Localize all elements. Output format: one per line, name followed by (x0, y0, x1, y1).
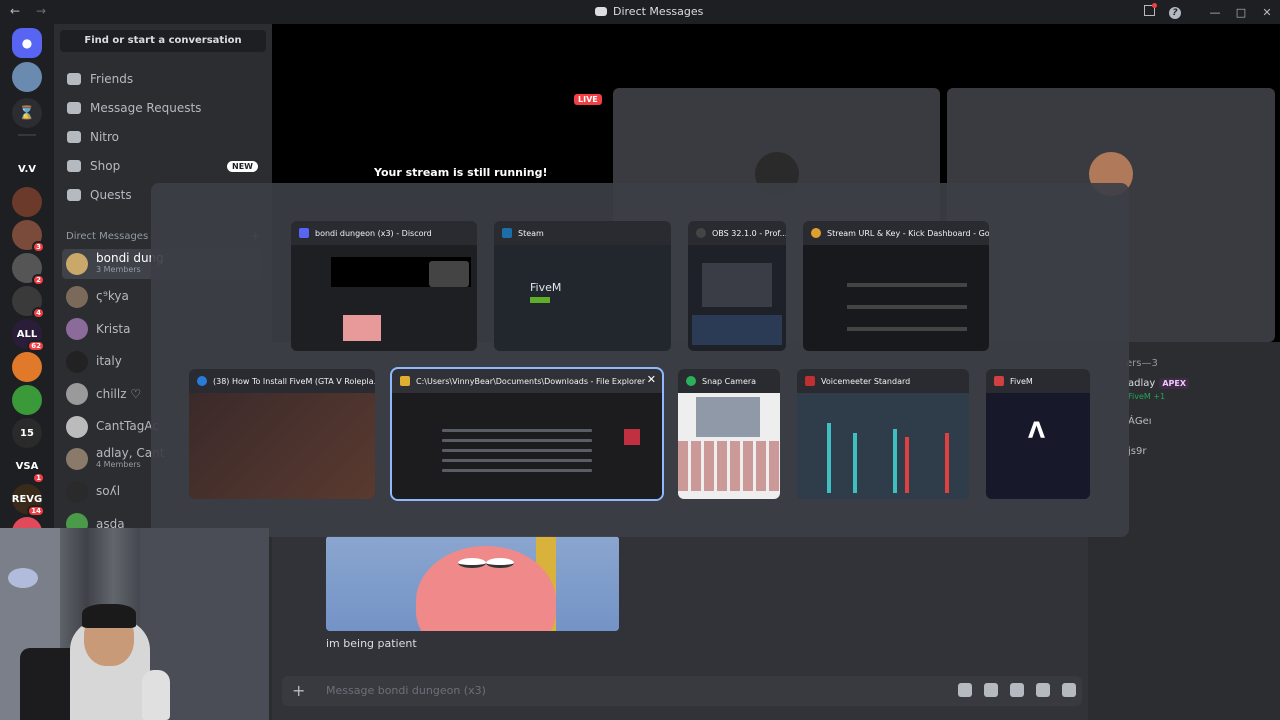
close-icon[interactable]: ✕ (1254, 6, 1280, 19)
hourglass-icon[interactable]: ⌛ (12, 98, 42, 128)
steam-icon (502, 228, 512, 238)
title-bar: ← → Direct Messages ? — □ ✕ (0, 0, 1280, 24)
server-icon[interactable]: ALL 62 (12, 319, 45, 352)
maximize-icon[interactable]: □ (1228, 6, 1254, 19)
message-input[interactable]: Message bondi dungeon (x3) (326, 684, 486, 697)
forward-arrow-icon[interactable]: → (36, 4, 46, 18)
message-text: im being patient (326, 637, 417, 650)
folder-icon (400, 376, 410, 386)
window-steam[interactable]: Steam FiveM (494, 221, 671, 351)
help-icon[interactable]: ? (1162, 5, 1188, 19)
notification-badge: 2 (32, 274, 45, 286)
nav-item[interactable]: Message Requests (62, 95, 264, 121)
avatar (66, 415, 88, 438)
snap-camera-icon (686, 376, 696, 386)
attach-plus-icon[interactable]: + (292, 681, 305, 700)
user-avatar[interactable] (12, 62, 42, 92)
dm-section-header: Direct Messages (66, 231, 149, 242)
nav-icon (67, 102, 81, 114)
rail-divider (18, 134, 36, 136)
server-icon[interactable] (12, 352, 42, 382)
server-icon[interactable]: REVG 14 (12, 484, 45, 517)
avatar (66, 285, 88, 308)
close-window-icon[interactable]: ✕ (647, 373, 656, 386)
avatar (66, 318, 88, 340)
nav-icon (67, 160, 81, 172)
server-icon[interactable]: 4 (12, 286, 45, 319)
window-voicemeeter[interactable]: Voicemeeter Standard (797, 369, 969, 499)
nav-item[interactable]: Friends (62, 66, 264, 92)
avatar (66, 383, 88, 405)
notification-badge: 62 (27, 340, 45, 352)
window-fivem[interactable]: FiveM Λ (986, 369, 1090, 499)
nav-icon (67, 73, 81, 85)
window-discord[interactable]: bondi dungeon (x3) - Discord (291, 221, 477, 351)
inbox-icon[interactable] (1136, 3, 1162, 19)
new-badge: NEW (227, 160, 258, 172)
window-file-explorer[interactable]: C:\Users\VinnyBear\Documents\Downloads -… (390, 367, 664, 501)
notification-badge: 14 (27, 505, 45, 517)
edge-icon (197, 376, 207, 386)
window-title: Direct Messages (595, 5, 703, 18)
window-obs[interactable]: OBS 32.1.0 - Prof... (688, 221, 786, 351)
apex-tag: APEX (1159, 378, 1189, 389)
notification-badge: 3 (32, 241, 45, 253)
window-chrome-kick[interactable]: Stream URL & Key - Kick Dashboard - Go..… (803, 221, 989, 351)
server-icon[interactable]: VSA 1 (12, 451, 45, 484)
server-icon[interactable] (12, 187, 42, 217)
server-icon[interactable]: V.V (12, 154, 42, 184)
member-activity: FiveM +1 (1128, 392, 1166, 401)
window-title-text: Direct Messages (613, 5, 704, 18)
avatar (66, 253, 88, 275)
member-name[interactable]: js9r (1128, 446, 1146, 457)
find-conversation-button[interactable]: Find or start a conversation (60, 30, 266, 52)
fivem-icon (994, 376, 1004, 386)
server-icon[interactable]: 3 (12, 220, 45, 253)
back-arrow-icon[interactable]: ← (10, 4, 20, 18)
notification-badge: 1 (32, 472, 45, 484)
minimize-icon[interactable]: — (1202, 6, 1228, 19)
obs-icon (696, 228, 706, 238)
nav-item[interactable]: Nitro (62, 124, 264, 150)
stream-running-text: Your stream is still running! (374, 166, 548, 179)
gif-icon[interactable] (984, 683, 998, 697)
nav-icon (67, 189, 81, 201)
member-header: ers—3 (1126, 358, 1158, 369)
avatar (66, 448, 88, 470)
member-name[interactable]: adlay APEX (1128, 378, 1189, 389)
patrick-gif-image[interactable] (326, 536, 619, 631)
discord-logo-icon (595, 7, 607, 16)
server-icon[interactable]: 2 (12, 253, 45, 286)
server-icon[interactable] (12, 385, 42, 415)
voicemeeter-icon (805, 376, 815, 386)
emoji-icon[interactable] (1036, 683, 1050, 697)
server-icon[interactable]: 15 (12, 418, 42, 448)
discord-app: ← → Direct Messages ? — □ ✕ ● ⌛ V.V 3 2 4 AL… (0, 0, 1280, 720)
discord-logo-icon: ● (21, 36, 33, 50)
avatar (66, 350, 88, 373)
nav-item[interactable]: Shop NEW (62, 153, 264, 179)
window-youtube[interactable]: (38) How To Install FiveM (GTA V Roleplа… (189, 369, 375, 499)
gift-icon[interactable] (958, 683, 972, 697)
apps-icon[interactable] (1062, 683, 1076, 697)
webcam-overlay (0, 528, 269, 720)
chrome-icon (811, 228, 821, 238)
member-name[interactable]: ÁǤeı (1128, 416, 1152, 427)
discord-icon (299, 228, 309, 238)
nav-icon (67, 131, 81, 143)
message-composer[interactable]: + Message bondi dungeon (x3) (282, 676, 1082, 706)
notification-badge: 4 (32, 307, 45, 319)
live-badge: LIVE (574, 94, 602, 105)
task-switcher: bondi dungeon (x3) - Discord Steam FiveM… (151, 183, 1129, 537)
avatar (66, 480, 88, 503)
sticker-icon[interactable] (1010, 683, 1024, 697)
microphone-image (142, 670, 170, 720)
fivem-logo-icon: Λ (1028, 419, 1046, 444)
window-snap-camera[interactable]: Snap Camera (678, 369, 780, 499)
home-button[interactable]: ● (12, 28, 42, 58)
